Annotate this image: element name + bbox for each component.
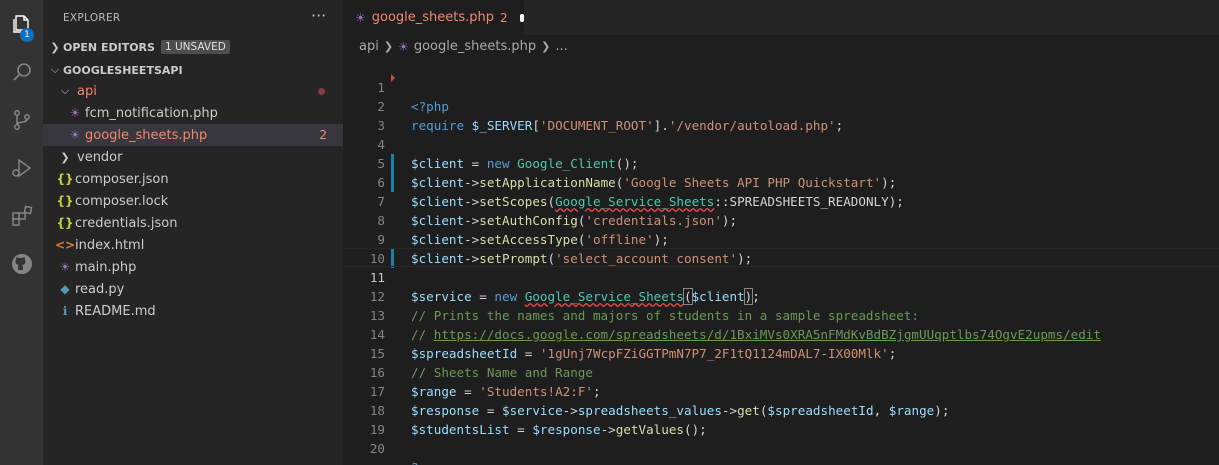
tree-item-vendor[interactable]: ❯ vendor: [43, 146, 343, 168]
code-line: 5 $client->setApplicationName('Google Sh…: [343, 135, 1219, 190]
tree-item-label: read.py: [75, 281, 125, 297]
tree-item-read-py[interactable]: ◆ read.py: [43, 278, 343, 300]
code-line: 7 $client->setAuthConfig('credentials.js…: [343, 173, 1219, 228]
chevron-right-icon: ❯: [50, 40, 60, 54]
code-line: 15 // Sheets Name and Range: [343, 325, 1219, 380]
explorer-badge: 1: [20, 28, 34, 42]
tree-item-api[interactable]: ⌵ api: [43, 80, 343, 102]
code-line: 20 ?>: [343, 420, 1219, 465]
tree-item-label: composer.lock: [75, 193, 169, 209]
code-line: 12 // Prints the names and majors of stu…: [343, 268, 1219, 323]
breadcrumb: api ❯ ☀ google_sheets.php ❯ ...: [343, 35, 1219, 58]
code-editor[interactable]: 1 <?php 2 require $_SERVER['DOCUMENT_ROO…: [343, 58, 1219, 465]
github-icon[interactable]: [0, 244, 43, 284]
chevron-down-icon: ⌵: [60, 84, 70, 97]
unsaved-dot-icon[interactable]: [519, 13, 524, 22]
code-line: 2 require $_SERVER['DOCUMENT_ROOT'].'/ve…: [343, 78, 1219, 133]
tree-item-google-sheets[interactable]: ☀ google_sheets.php 2: [43, 124, 343, 146]
code-line: 18 $studentsList = $response->getValues(…: [343, 382, 1219, 437]
tree-item-label: README.md: [75, 303, 156, 319]
info-file-icon: ℹ: [62, 304, 68, 318]
php-file-icon: ☀: [69, 106, 81, 120]
chevron-right-icon: ❯: [60, 150, 70, 164]
tree-item-composer-lock[interactable]: {} composer.lock: [43, 190, 343, 212]
tree-item-label: google_sheets.php: [85, 127, 208, 143]
tab-google-sheets[interactable]: ☀ google_sheets.php 2: [343, 0, 524, 35]
tab-problems-count: 2: [500, 10, 508, 25]
php-file-icon: ☀: [69, 128, 81, 142]
tree-item-label: credentials.json: [75, 215, 178, 231]
html-file-icon: <>: [55, 238, 76, 252]
php-file-icon: ☀: [355, 10, 366, 25]
python-file-icon: ◆: [60, 282, 70, 296]
unsaved-badge: 1 UNSAVED: [160, 40, 230, 54]
breadcrumb-file[interactable]: google_sheets.php: [414, 39, 536, 54]
extensions-icon[interactable]: [0, 196, 43, 236]
json-file-icon: {}: [56, 216, 74, 230]
code-line: 1 <?php: [343, 59, 1219, 114]
code-line: 19: [343, 401, 1219, 437]
project-section[interactable]: ⌵ GOOGLESHEETSAPI: [43, 59, 343, 81]
current-code-line: 11 $service = new Google_Service_Sheets(…: [343, 248, 1219, 305]
tree-item-label: api: [77, 83, 97, 99]
explorer-title: EXPLORER: [63, 12, 121, 24]
breadcrumb-separator-icon: ❯: [541, 40, 551, 53]
code-line: 10: [343, 230, 1219, 266]
tree-item-label: fcm_notification.php: [85, 105, 218, 121]
files-icon[interactable]: 1: [0, 4, 43, 44]
tree-item-label: main.php: [75, 259, 137, 275]
problems-count: 2: [319, 128, 327, 142]
project-label: GOOGLESHEETSAPI: [63, 63, 183, 77]
code-line: 4 $client = new Google_Client();: [343, 116, 1219, 171]
code-line: 13 // https://docs.google.com/spreadshee…: [343, 287, 1219, 342]
tree-item-label: composer.json: [75, 171, 169, 187]
php-file-icon: ☀: [398, 39, 409, 54]
tree-item-readme[interactable]: ℹ README.md: [43, 300, 343, 322]
code-line: 14 $spreadsheetId = '1gUnj7WcpFZiGGTPmN7…: [343, 306, 1219, 361]
tree-item-credentials-json[interactable]: {} credentials.json: [43, 212, 343, 234]
search-icon[interactable]: [0, 52, 43, 92]
source-control-icon[interactable]: [0, 100, 43, 140]
code-line: 8 $client->setAccessType('offline');: [343, 192, 1219, 247]
modified-dot-icon: [318, 87, 325, 95]
activity-bar: 1: [0, 0, 43, 465]
tree-item-main-php[interactable]: ☀ main.php: [43, 256, 343, 278]
breadcrumb-folder[interactable]: api: [359, 39, 379, 54]
code-line: 6 $client->setScopes(Google_Service_Shee…: [343, 154, 1219, 209]
tab-bar: ☀ google_sheets.php 2: [343, 0, 1219, 35]
php-file-icon: ☀: [59, 260, 71, 274]
tree-item-label: vendor: [77, 149, 123, 165]
code-line: 17 $response = $service->spreadsheets_va…: [343, 363, 1219, 418]
chevron-down-icon: ⌵: [50, 63, 60, 76]
json-file-icon: {}: [56, 172, 74, 186]
line-number: 20: [369, 441, 385, 456]
code-line: 9 $client->setPrompt('select_account con…: [343, 211, 1219, 266]
breadcrumb-separator-icon: ❯: [383, 40, 394, 53]
run-debug-icon[interactable]: [0, 148, 43, 188]
code-line: 3: [343, 97, 1219, 133]
breadcrumb-more[interactable]: ...: [555, 39, 567, 54]
tree-item-fcm-notification[interactable]: ☀ fcm_notification.php: [43, 102, 343, 124]
code-line: 16 $range = 'Students!A2:F';: [343, 344, 1219, 399]
tree-item-label: index.html: [75, 237, 145, 253]
tab-label: google_sheets.php: [371, 10, 495, 25]
open-editors-label: OPEN EDITORS: [63, 40, 155, 54]
json-file-icon: {}: [56, 194, 74, 208]
tree-item-composer-json[interactable]: {} composer.json: [43, 168, 343, 190]
tree-item-index-html[interactable]: <> index.html: [43, 234, 343, 256]
more-actions-icon[interactable]: ···: [311, 6, 326, 25]
open-editors-section[interactable]: ❯ OPEN EDITORS 1 UNSAVED: [43, 36, 343, 58]
explorer-sidebar: EXPLORER ··· ❯ OPEN EDITORS 1 UNSAVED ⌵ …: [43, 0, 343, 465]
